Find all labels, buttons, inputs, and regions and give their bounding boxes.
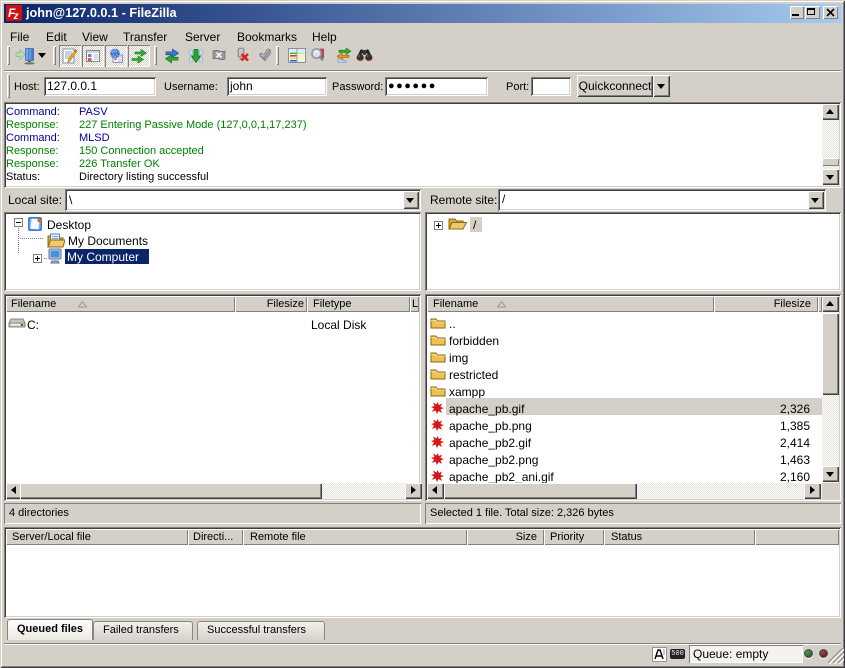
- svg-text:z: z: [13, 11, 19, 21]
